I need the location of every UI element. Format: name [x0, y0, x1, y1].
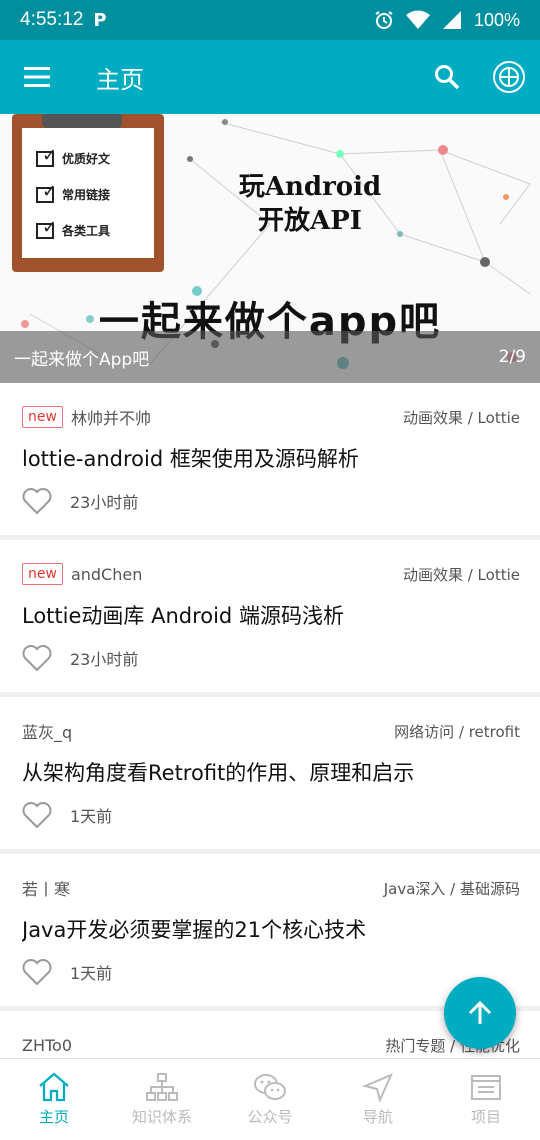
status-bar: 4:55:12 P 100%	[0, 0, 540, 40]
banner-caption-bar: 一起来做个App吧 2/9	[0, 331, 540, 383]
app-bar: 主页	[0, 40, 540, 114]
heart-icon[interactable]	[22, 487, 52, 515]
article-category[interactable]: 动画效果 / Lottie	[403, 564, 520, 585]
article-author: andChen	[70, 564, 143, 584]
nav-item-navigation[interactable]: 导航	[324, 1059, 432, 1140]
status-right: 100%	[374, 10, 520, 31]
app-bar-actions	[416, 40, 540, 114]
page-title: 主页	[96, 65, 144, 94]
navigation-icon	[361, 1073, 393, 1102]
article-category[interactable]: 动画效果 / Lottie	[403, 407, 520, 428]
status-time: 4:55:12	[20, 9, 84, 30]
notification-p-icon: P	[93, 9, 107, 31]
project-icon	[471, 1075, 501, 1100]
banner-carousel[interactable]: 优质好文 常用链接 各类工具 玩Android 开放API 一起来做个app吧 …	[0, 114, 540, 383]
signal-icon	[442, 11, 461, 29]
checkbox-icon	[36, 145, 57, 167]
globe-icon	[493, 61, 525, 93]
article-time: 1天前	[70, 964, 113, 983]
article-title: lottie-android 框架使用及源码解析	[22, 447, 359, 471]
article-author: 若丨寒	[22, 880, 71, 899]
nav-item-project[interactable]: 项目	[432, 1059, 540, 1140]
nav-item-wechat[interactable]: 公众号	[216, 1059, 324, 1140]
heart-icon[interactable]	[22, 958, 52, 986]
article-category[interactable]: 网络访问 / retrofit	[394, 721, 520, 742]
article-card[interactable]: new andChen 动画效果 / Lottie Lottie动画库 Andr…	[0, 540, 540, 692]
home-icon	[39, 1072, 69, 1102]
arrow-up-icon	[468, 1000, 492, 1024]
article-title: Java开发必须要掌握的21个核心技术	[22, 918, 367, 942]
battery-text: 100%	[473, 9, 520, 30]
heart-icon[interactable]	[22, 801, 52, 829]
article-time: 23小时前	[70, 493, 139, 512]
banner-caption: 一起来做个App吧	[14, 349, 150, 370]
alarm-icon	[375, 11, 393, 29]
search-icon	[435, 65, 460, 90]
article-title: 从架构角度看Retrofit的作用、原理和启示	[22, 761, 415, 785]
banner-pager: 2/9	[498, 347, 526, 367]
article-time: 23小时前	[70, 650, 139, 669]
nav-item-home[interactable]: 主页	[0, 1059, 108, 1140]
new-badge: new	[22, 563, 63, 585]
article-title: Lottie动画库 Android 端源码浅析	[22, 604, 344, 628]
scroll-to-top-button[interactable]	[444, 977, 516, 1049]
bottom-navigation: 主页 知识体系 公众号 导航 项目	[0, 1058, 540, 1140]
menu-button[interactable]	[0, 40, 74, 114]
clipboard-item: 优质好文	[36, 145, 110, 167]
globe-button[interactable]	[478, 40, 540, 114]
search-button[interactable]	[416, 40, 478, 114]
article-category[interactable]: Java深入 / 基础源码	[384, 878, 520, 899]
wifi-icon	[405, 10, 430, 29]
banner-headline: 玩Android 开放API	[238, 172, 382, 236]
article-author: ZHTo0	[22, 1035, 73, 1055]
menu-icon	[24, 67, 50, 87]
new-badge: new	[22, 406, 63, 428]
tree-icon	[146, 1073, 178, 1101]
wechat-icon	[254, 1074, 286, 1100]
article-author: 蓝灰_q	[22, 723, 73, 742]
article-card[interactable]: new 林帅并不帅 动画效果 / Lottie lottie-android 框…	[0, 383, 540, 535]
article-time: 1天前	[70, 807, 113, 826]
nav-item-knowledge[interactable]: 知识体系	[108, 1059, 216, 1140]
article-card[interactable]: 蓝灰_q 网络访问 / retrofit 从架构角度看Retrofit的作用、原…	[0, 697, 540, 849]
heart-icon[interactable]	[22, 644, 52, 672]
article-author: 林帅并不帅	[70, 409, 151, 428]
